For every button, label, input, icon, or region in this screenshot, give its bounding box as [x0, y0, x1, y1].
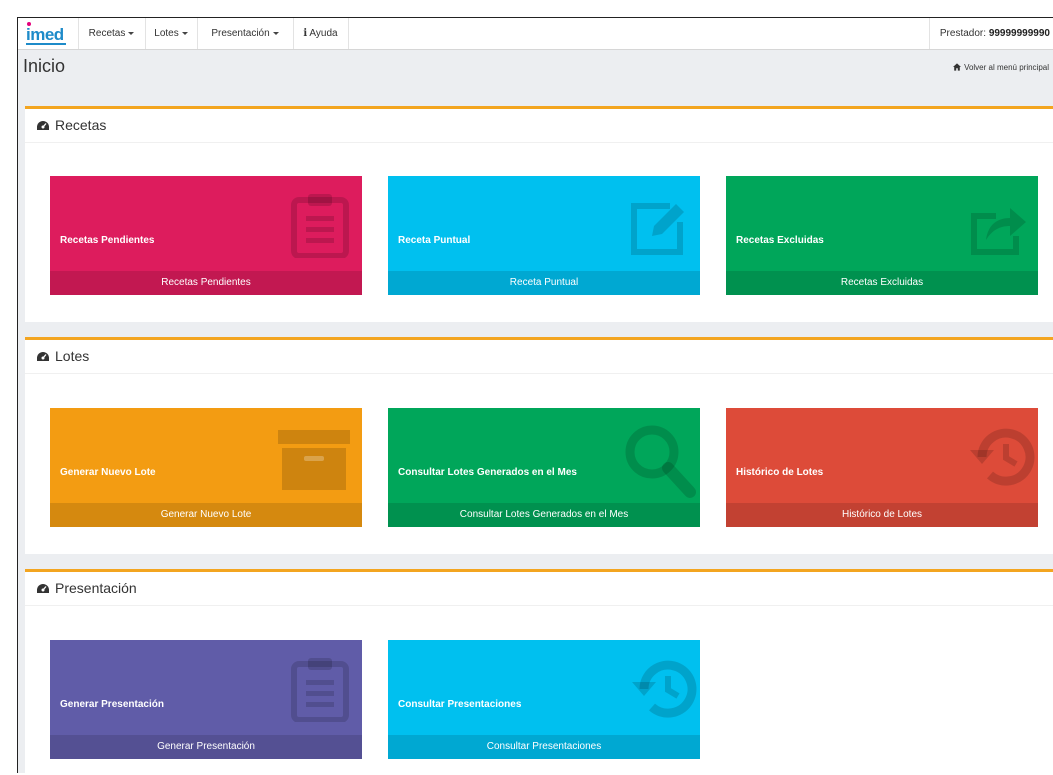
tile-footer-link[interactable]: Histórico de Lotes — [726, 503, 1038, 527]
nav-menu-presentacion[interactable]: Presentación — [197, 18, 294, 49]
tile-footer-link[interactable]: Generar Nuevo Lote — [50, 503, 362, 527]
clipboard-icon — [291, 194, 349, 258]
history-icon — [632, 660, 697, 718]
tile-label: Consultar Presentaciones — [398, 699, 522, 710]
caret-down-icon — [128, 31, 135, 35]
tile-footer-link[interactable]: Recetas Excluidas — [726, 271, 1038, 295]
tile-label: Recetas Excluidas — [736, 235, 824, 246]
tile-footer-link[interactable]: Consultar Lotes Generados en el Mes — [388, 503, 700, 527]
tile-label: Histórico de Lotes — [736, 467, 824, 478]
nav-menu-recetas[interactable]: Recetas — [78, 18, 146, 49]
share-icon — [971, 208, 1026, 255]
tile-generar-presentacion[interactable]: Generar Presentación Generar Presentació… — [50, 640, 362, 759]
clipboard-icon — [291, 658, 349, 722]
tile-footer-link[interactable]: Generar Presentación — [50, 735, 362, 759]
logo-dot — [27, 22, 31, 26]
section-title: Lotes — [55, 348, 90, 364]
tile-label: Generar Presentación — [60, 699, 164, 710]
caret-down-icon — [272, 31, 279, 35]
tile-label: Receta Puntual — [398, 235, 471, 246]
section-title: Recetas — [55, 117, 107, 133]
logo[interactable]: imed — [18, 18, 79, 49]
tile-historico-lotes[interactable]: Histórico de Lotes Histórico de Lotes — [726, 408, 1038, 527]
tile-footer-link[interactable]: Receta Puntual — [388, 271, 700, 295]
nav-menu-presentacion-label: Presentación — [211, 28, 270, 39]
section-header: Recetas — [25, 109, 1053, 143]
section-header: Presentación — [25, 572, 1053, 606]
nav-menu-recetas-label: Recetas — [88, 28, 126, 39]
caret-down-icon — [181, 31, 188, 35]
tile-receta-puntual[interactable]: Receta Puntual Receta Puntual — [388, 176, 700, 295]
breadcrumb-label: Volver al menú principal — [964, 63, 1049, 72]
edit-icon — [631, 203, 684, 255]
section-header: Lotes — [25, 340, 1053, 374]
tile-recetas-excluidas[interactable]: Recetas Excluidas Recetas Excluidas — [726, 176, 1038, 295]
tile-generar-nuevo-lote[interactable]: Generar Nuevo Lote Generar Nuevo Lote — [50, 408, 362, 527]
tile-recetas-pendientes[interactable]: Recetas Pendientes Recetas Pendientes — [50, 176, 362, 295]
dashboard-icon — [37, 352, 49, 361]
info-icon: i — [303, 28, 308, 39]
dashboard-icon — [37, 584, 49, 593]
tile-consultar-lotes[interactable]: Consultar Lotes Generados en el Mes Cons… — [388, 408, 700, 527]
breadcrumb[interactable]: Volver al menú principal — [953, 63, 1049, 72]
tile-footer-link[interactable]: Recetas Pendientes — [50, 271, 362, 295]
nav-menu-lotes[interactable]: Lotes — [145, 18, 198, 49]
prestador-label: Prestador: — [939, 28, 987, 39]
logo-text: imed — [26, 25, 64, 44]
search-icon — [625, 425, 696, 498]
tile-label: Consultar Lotes Generados en el Mes — [398, 467, 577, 478]
prestador-value: 99999999990 — [988, 28, 1050, 39]
nav-menu-lotes-label: Lotes — [154, 28, 179, 39]
page-title: Inicio — [23, 56, 66, 76]
tile-consultar-presentaciones[interactable]: Consultar Presentaciones Consultar Prese… — [388, 640, 700, 759]
logo-underline — [26, 43, 66, 45]
tile-label: Generar Nuevo Lote — [60, 467, 156, 478]
nav-help[interactable]: i Ayuda — [293, 18, 349, 49]
home-icon — [953, 63, 962, 71]
tile-label: Recetas Pendientes — [60, 235, 155, 246]
archive-icon — [278, 430, 350, 490]
history-icon — [970, 428, 1035, 486]
nav-help-label: Ayuda — [309, 28, 338, 39]
prestador-info: Prestador: 99999999990 — [928, 18, 1053, 49]
top-navbar: imed Recetas Lotes Presentación i Ayuda … — [18, 18, 1053, 50]
dashboard-icon — [37, 121, 49, 130]
tile-footer-link[interactable]: Consultar Presentaciones — [388, 735, 700, 759]
page-header — [18, 50, 1053, 105]
section-title: Presentación — [55, 580, 137, 596]
